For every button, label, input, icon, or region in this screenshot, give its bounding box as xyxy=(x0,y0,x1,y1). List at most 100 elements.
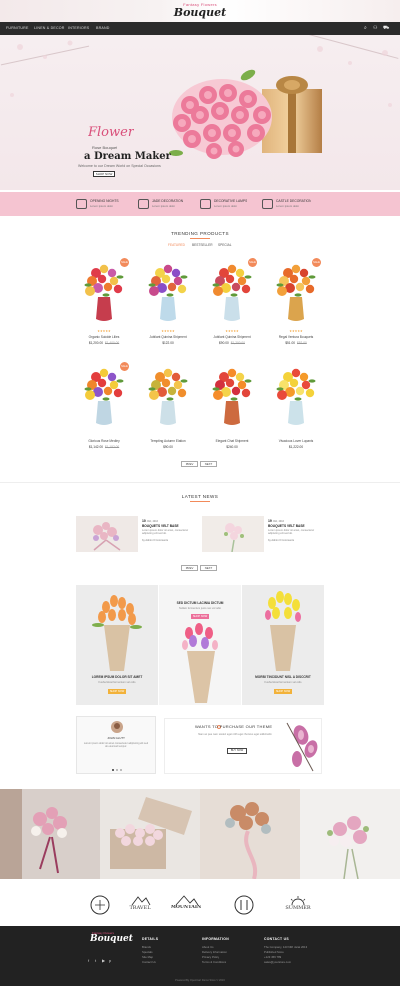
brand-logo[interactable] xyxy=(80,893,120,917)
twitter-icon[interactable]: t xyxy=(95,958,96,963)
buy-now-button[interactable]: BUY NOW xyxy=(227,748,247,754)
product-card[interactable]: Tempting Autumn Elation $90.00 xyxy=(138,367,198,462)
search-icon[interactable]: ⌕ xyxy=(364,25,367,31)
hero-script: Flower xyxy=(88,125,135,140)
banner-right[interactable]: MORBI TINCIDUNT NISL A DISCCRIT Fusha fe… xyxy=(242,585,324,705)
product-name[interactable]: Elegant Chat Shipment xyxy=(202,439,262,443)
testimonial-name: JOHN GLUTT xyxy=(107,736,125,740)
news-title[interactable]: BOUQUETS VELT BASE xyxy=(142,524,179,528)
product-name[interactable]: Tempting Autumn Elation xyxy=(138,439,198,443)
brand-name: MOUNTAIN xyxy=(170,905,202,910)
nav-item-furniture[interactable]: FURNITURE xyxy=(6,26,29,30)
news-image xyxy=(76,516,138,552)
product-image[interactable] xyxy=(82,367,126,427)
product-name[interactable]: Regal Ventura Bouquets xyxy=(266,335,326,339)
product-price: $122.00 xyxy=(138,341,198,345)
feature-title: CASTLE DECORATION xyxy=(276,199,312,203)
footer-link[interactable]: Terms & Conditions xyxy=(202,960,226,964)
products-next-button[interactable]: NEXT xyxy=(200,461,217,467)
product-image[interactable] xyxy=(146,263,190,323)
testimonial-dots[interactable] xyxy=(112,769,124,772)
banner-button[interactable]: SHOP NOW xyxy=(191,614,209,619)
gallery-image-1[interactable] xyxy=(0,789,100,879)
youtube-icon[interactable]: ▶ xyxy=(102,958,105,963)
footer-logo-tagline: Fantasy Flowers xyxy=(92,931,115,935)
banner-button[interactable]: SHOP NOW xyxy=(274,689,292,694)
footer-col-title: CONTACT US xyxy=(264,937,289,941)
news-prev-button[interactable]: PREV xyxy=(181,565,198,571)
product-card[interactable]: SALE Glorious Rose Medley $1,142.00 $1,152.… xyxy=(74,362,134,462)
footer-logo[interactable]: Bouquet xyxy=(90,934,133,944)
product-name[interactable]: Glorious Rose Medley xyxy=(74,439,134,443)
brand-logo[interactable]: MOUNTAIN xyxy=(166,893,206,917)
news-next-button[interactable]: NEXT xyxy=(200,565,217,571)
product-card[interactable]: SALE ★★★★★ Jubilant Quinina Shipment $90.00… xyxy=(202,258,262,358)
divider xyxy=(0,482,400,483)
product-card[interactable]: Vivacious Lover Lupanis $1,222.00 xyxy=(266,367,326,462)
product-card[interactable]: SALE ★★★★★ Regal Ventura Bouquets $51.00 $52… xyxy=(266,258,326,358)
product-card[interactable]: Elegant Chat Shipment $240.00 xyxy=(202,367,262,462)
news-meta: by Admin 0 Comments xyxy=(142,539,169,542)
products-prev-button[interactable]: PREV xyxy=(181,461,198,467)
cart-icon[interactable]: ⛟ xyxy=(383,25,389,32)
news-card[interactable]: 19 JAN, 2016 BOUQUETS VELT BASE Lorem ip… xyxy=(202,516,327,552)
product-name[interactable]: Jubilant Quinina Shipment xyxy=(202,335,262,339)
feature-desc: Lorem ipsum dolor xyxy=(90,204,114,208)
product-image[interactable] xyxy=(210,367,254,427)
pinterest-icon[interactable]: p xyxy=(109,958,111,963)
product-card[interactable]: ★★★★★ Jubilant Quinina Shipment $122.00 xyxy=(138,263,198,358)
footer-link[interactable]: Delivery Information xyxy=(202,950,227,954)
old-price: $1,152.00 xyxy=(105,445,120,449)
footer-link[interactable]: Site Map xyxy=(142,955,153,959)
product-image[interactable] xyxy=(274,367,318,427)
product-name[interactable]: Jubilant Quinina Shipment xyxy=(138,335,198,339)
logo[interactable]: Fantasy Flowers Bouquet xyxy=(170,2,230,20)
hero-slider: Flower Rose Bouquet a Dream Maker Welcom… xyxy=(0,35,400,190)
footer-link[interactable]: Contact Us xyxy=(142,960,156,964)
banner-title: MORBI TINCIDUNT NISL A DISCCRIT xyxy=(255,675,311,679)
user-icon[interactable]: ⚇ xyxy=(373,25,377,31)
nav-item-brand[interactable]: BRAND xyxy=(96,26,110,30)
logo-text: Bouquet xyxy=(173,7,227,19)
brand-logo[interactable]: SUMMER xyxy=(278,893,318,917)
promo-image xyxy=(286,722,318,772)
copyright: Powered By OpenCart Demo Store © 2016 xyxy=(175,979,225,982)
tools-icon xyxy=(76,199,87,209)
product-image[interactable] xyxy=(210,263,254,323)
product-image[interactable] xyxy=(274,263,318,323)
current-price: $240.00 xyxy=(226,445,238,449)
nav-item-linen-decor[interactable]: LINEN & DECOR xyxy=(34,26,65,30)
brand-logo[interactable]: TRAVEL xyxy=(120,893,160,917)
tab-featured[interactable]: FEATURED xyxy=(168,243,185,247)
hero-title: a Dream Maker xyxy=(84,151,171,162)
gallery-image-2[interactable] xyxy=(100,789,200,879)
footer-link[interactable]: Privacy Policy xyxy=(202,955,219,959)
banner-title: LOREM IPSUM DOLOR SIT AMET xyxy=(91,675,143,679)
news-meta: by Admin 0 Comments xyxy=(268,539,295,542)
contact-email[interactable]: sales@yourstore.com xyxy=(264,960,291,964)
gallery-image-4[interactable] xyxy=(300,789,400,879)
shop-now-button[interactable]: SHOP NOW xyxy=(93,171,115,177)
nav-item-interiors[interactable]: INTERIORS xyxy=(68,26,89,30)
news-title[interactable]: BOUQUETS VELT BASE xyxy=(268,524,305,528)
product-image[interactable] xyxy=(146,367,190,427)
banner-button[interactable]: SHOP NOW xyxy=(108,689,126,694)
facebook-icon[interactable]: f xyxy=(88,958,89,963)
brand-logo[interactable] xyxy=(224,893,264,917)
trending-products-title: TRENDING PRODUCTS xyxy=(171,231,229,236)
product-name[interactable]: Organic Suicide Lilies xyxy=(74,335,134,339)
gallery-image-3[interactable] xyxy=(200,789,300,879)
banner-left[interactable]: LOREM IPSUM DOLOR SIT AMET Fusha felcat … xyxy=(76,585,158,705)
rating-stars: ★★★★★ xyxy=(161,329,175,333)
product-card[interactable]: SALE ★★★★★ Organic Suicide Lilies $1,200.00… xyxy=(74,258,134,358)
product-image[interactable] xyxy=(82,263,126,323)
news-card[interactable]: 10 JAN, 2016 BOUQUETS VELT BASE Lorem ip… xyxy=(76,516,201,552)
footer-link[interactable]: Brands xyxy=(142,945,151,949)
footer-link[interactable]: About Us xyxy=(202,945,214,949)
product-name[interactable]: Vivacious Lover Lupanis xyxy=(266,439,326,443)
banner-center[interactable]: SED DICTUM LACINIA DICTUM Nullam ferment… xyxy=(159,585,241,705)
footer-link[interactable]: Specials xyxy=(142,950,153,954)
banner-title: SED DICTUM LACINIA DICTUM xyxy=(176,601,224,605)
tab-special[interactable]: SPECIAL xyxy=(218,243,231,247)
tab-bestseller[interactable]: BESTSELLER xyxy=(192,243,213,247)
